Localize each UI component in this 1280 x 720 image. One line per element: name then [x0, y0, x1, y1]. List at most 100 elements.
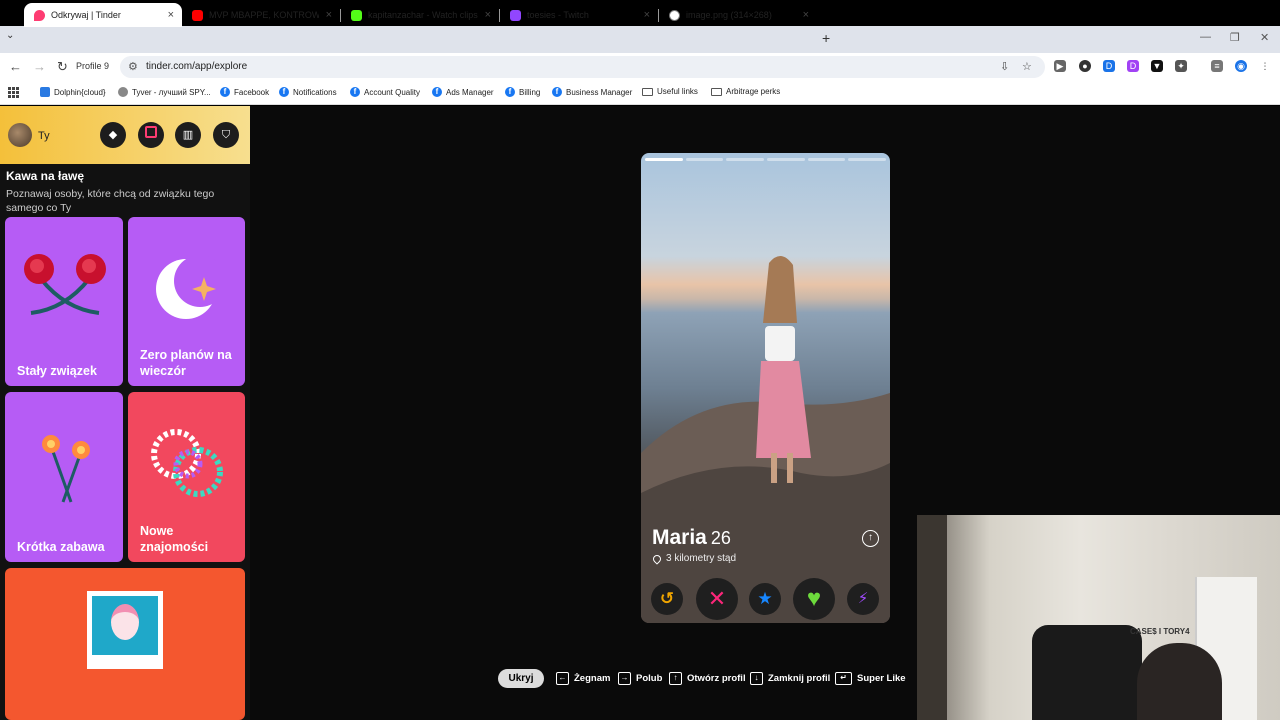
forward-button[interactable]: → [33, 59, 46, 74]
bookmark-dolphin[interactable]: Dolphin{cloud} [40, 87, 106, 97]
tab-close-icon[interactable]: × [803, 9, 809, 21]
tab-image[interactable]: image.png (314×268) × [659, 3, 817, 27]
facebook-icon: f [432, 87, 442, 97]
bookmark-star-icon[interactable]: ☆ [1022, 60, 1032, 73]
bookmark-billing[interactable]: f Billing [505, 87, 540, 97]
enter-key-icon: ↵ [835, 672, 852, 685]
webcam-person [1137, 643, 1222, 720]
minimize-button[interactable]: — [1200, 31, 1211, 43]
tab-close-icon[interactable]: × [168, 9, 174, 21]
bookmark-tyver[interactable]: Tyver - лучший SPY... [118, 87, 211, 97]
browser-tabstrip [0, 26, 1280, 53]
facebook-icon: f [552, 87, 562, 97]
rewind-button[interactable]: ↺ [651, 583, 683, 615]
site-info-icon[interactable]: ⚙ [128, 60, 138, 73]
hint-label: Zamknij profil [768, 673, 831, 684]
arrow-left-key-icon: ← [556, 672, 569, 685]
card-zero-planow[interactable]: Zero planów na wieczór [128, 217, 245, 386]
like-button[interactable]: ♥ [793, 578, 835, 620]
arrow-down-key-icon: ↓ [750, 672, 763, 685]
hint-close-profile: ↓ Zamknij profil [750, 672, 830, 685]
tab-label: MVP MBAPPE, KONTROWERSYJ [209, 10, 319, 20]
browser-menu-icon[interactable]: ⋮ [1259, 60, 1271, 72]
boost-button[interactable]: ⚡ [847, 583, 879, 615]
omnibox[interactable]: ⚙ tinder.com/app/explore ⇩ ☆ [120, 56, 1045, 78]
matches-button[interactable] [138, 122, 164, 148]
card-polaroid[interactable] [5, 568, 245, 720]
new-tab-button[interactable]: + [822, 30, 830, 46]
bookmark-label: Account Quality [364, 87, 421, 97]
tab-twitch[interactable]: toesies - Twitch × [500, 3, 658, 27]
person-name: Maria [652, 526, 707, 549]
globe-icon [118, 87, 128, 97]
tab-tinder[interactable]: Odkrywaj | Tinder × [24, 3, 182, 27]
open-profile-icon[interactable]: ↑ [862, 530, 879, 547]
d-extension-icon[interactable]: D [1103, 60, 1115, 72]
user-name[interactable]: Ty [38, 130, 50, 142]
card-nowe-znajomosci[interactable]: Nowe znajomości [128, 392, 245, 562]
avatar[interactable] [8, 123, 32, 147]
tab-close-icon[interactable]: × [326, 9, 332, 21]
camera-extension-icon[interactable]: ▶ [1054, 60, 1066, 72]
bookmark-arbitrage-perks[interactable]: Arbitrage perks [711, 87, 780, 96]
extensions-puzzle-icon[interactable]: ✦ [1175, 60, 1187, 72]
url-text[interactable]: tinder.com/app/explore [146, 61, 247, 72]
tab-youtube[interactable]: MVP MBAPPE, KONTROWERSYJ × [182, 3, 340, 27]
purple-extension-icon[interactable]: D [1127, 60, 1139, 72]
bookmark-label: Arbitrage perks [726, 87, 781, 96]
back-button[interactable]: ← [9, 59, 22, 74]
card-krotka-zabawa[interactable]: Krótka zabawa [5, 392, 123, 562]
card-staly-zwiazek[interactable]: Stały związek [5, 217, 123, 386]
bookmark-account-quality[interactable]: f Account Quality [350, 87, 420, 97]
explore-button[interactable]: ◆ [100, 122, 126, 148]
arrow-right-key-icon: → [618, 672, 631, 685]
tab-label: toesies - Twitch [527, 10, 589, 20]
profile-card[interactable]: Maria 26 3 kilometry stąd ↑ ↺ ✕ ★ ♥ ⚡ [641, 153, 890, 623]
sidebar-subtitle: Poznawaj osoby, które chcą od związku te… [6, 188, 215, 214]
bookmark-notifications[interactable]: f Notifications [279, 87, 337, 97]
install-app-icon[interactable]: ⇩ [1000, 60, 1009, 73]
card-label: Zero planów na wieczór [140, 348, 232, 378]
card-label: Krótka zabawa [17, 540, 105, 554]
maximize-button[interactable]: ❐ [1230, 31, 1240, 44]
youtube-favicon-icon [192, 9, 203, 21]
bracelets-icon [151, 429, 223, 497]
cookie-extension-icon[interactable]: ● [1079, 60, 1091, 72]
hint-label: Otwórz profil [687, 673, 746, 684]
bookmark-label: Business Manager [566, 87, 633, 97]
superlike-button[interactable]: ★ [749, 583, 781, 615]
bookmark-useful-links[interactable]: Useful links [642, 87, 698, 96]
profile-chip[interactable]: Profile 9 [76, 61, 109, 71]
address-toolbar: ← → ↻ Profile 9 ⚙ tinder.com/app/explore… [0, 53, 1280, 81]
folder-icon [642, 87, 653, 96]
tab-close-icon[interactable]: × [644, 9, 650, 21]
webcam-overlay: CASE$ I TORY4 [917, 515, 1280, 720]
photo-progress-segment [726, 158, 765, 161]
tab-label: kapitanzachar - Watch clips on [368, 10, 478, 20]
tab-kick[interactable]: kapitanzachar - Watch clips on × [341, 3, 499, 27]
tab-label: image.png (314×268) [686, 10, 772, 20]
photo-progress-segment [807, 158, 846, 161]
bookmark-business-manager[interactable]: f Business Manager [552, 87, 632, 97]
bookmark-label: Notifications [293, 87, 337, 97]
tab-list-button[interactable]: ⌄ [6, 30, 14, 41]
profile-avatar-icon[interactable]: ◉ [1235, 60, 1247, 72]
apps-grid-icon[interactable] [8, 87, 19, 98]
nope-button[interactable]: ✕ [696, 578, 738, 620]
location-pin-icon [651, 552, 663, 565]
hide-hints-button[interactable]: Ukryj [498, 669, 544, 688]
person-distance: 3 kilometry stąd [666, 553, 737, 564]
reading-list-icon[interactable]: ≡ [1211, 60, 1223, 72]
bookmark-label: Facebook [234, 87, 270, 97]
briefcase-button[interactable]: ▥ [175, 122, 201, 148]
bookmark-facebook[interactable]: f Facebook [220, 87, 269, 97]
vpn-extension-icon[interactable]: ▼ [1151, 60, 1163, 72]
shield-button[interactable]: ⛉ [213, 122, 239, 148]
photo-progress-segment [767, 158, 805, 161]
window-close-button[interactable]: ✕ [1260, 31, 1269, 44]
facebook-icon: f [279, 87, 289, 97]
hint-nope: ← Żegnam [556, 672, 610, 685]
reload-button[interactable]: ↻ [57, 59, 68, 75]
tab-close-icon[interactable]: × [485, 9, 491, 21]
bookmark-ads-manager[interactable]: f Ads Manager [432, 87, 494, 97]
